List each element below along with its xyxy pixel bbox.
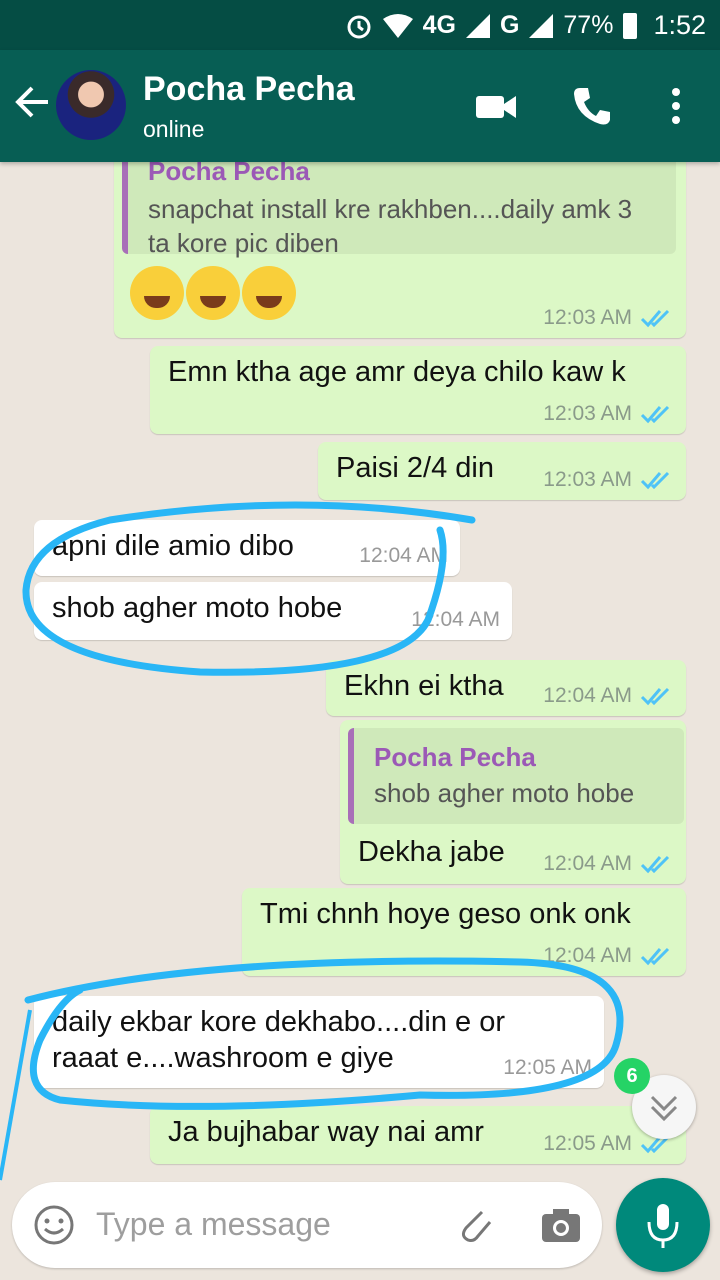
- message-text: apni dile amio dibo: [52, 530, 294, 562]
- quote-author: Pocha Pecha: [374, 742, 536, 772]
- signal-icon: [465, 13, 490, 38]
- back-arrow-icon[interactable]: [12, 82, 52, 122]
- wifi-icon: [382, 13, 413, 38]
- voice-record-button[interactable]: [616, 1178, 710, 1272]
- message-time: 12:05 AM: [543, 1132, 632, 1155]
- message-incoming[interactable]: shob agher moto hobe 12:04 AM: [34, 582, 512, 640]
- message-text: Ja bujhabar way nai amr: [168, 1116, 484, 1148]
- message-text: daily ekbar kore dekhabo....din e or: [52, 1006, 505, 1038]
- message-time: 12:04 AM: [411, 608, 500, 631]
- double-tick-icon: [640, 947, 670, 966]
- message-time: 12:03 AM: [543, 306, 632, 329]
- chat-area[interactable]: Pocha Pecha snapchat install kre rakhben…: [0, 162, 720, 1182]
- double-tick-icon: [640, 471, 670, 490]
- message-text: Ekhn ei ktha: [344, 670, 504, 702]
- message-outgoing[interactable]: Ekhn ei ktha 12:04 AM: [326, 660, 686, 716]
- battery-percent: 77%: [563, 11, 614, 39]
- message-time: 12:04 AM: [543, 852, 632, 875]
- message-time: 12:04 AM: [543, 684, 632, 707]
- laughing-emoji-icon: [130, 266, 184, 320]
- quote-text: shob agher moto hobe: [374, 778, 635, 808]
- message-incoming[interactable]: daily ekbar kore dekhabo....din e or raa…: [34, 996, 604, 1088]
- laughing-emoji-icon: [242, 266, 296, 320]
- phone-icon[interactable]: [570, 84, 614, 128]
- quoted-message[interactable]: Pocha Pecha shob agher moto hobe: [348, 728, 684, 824]
- double-tick-icon: [640, 855, 670, 874]
- message-text: Dekha jabe: [358, 836, 505, 868]
- message-outgoing[interactable]: Ja bujhabar way nai amr 12:05 AM: [150, 1106, 686, 1164]
- emoji-icon[interactable]: [32, 1203, 76, 1247]
- presence-status: online: [143, 116, 205, 142]
- video-call-icon[interactable]: [474, 84, 518, 128]
- message-time: 12:03 AM: [543, 468, 632, 491]
- message-outgoing[interactable]: Pocha Pecha snapchat install kre rakhben…: [114, 162, 686, 338]
- message-text: shob agher moto hobe: [52, 592, 343, 624]
- contact-name[interactable]: Pocha Pecha: [143, 70, 355, 109]
- message-outgoing[interactable]: Paisi 2/4 din 12:03 AM: [318, 442, 686, 500]
- message-outgoing[interactable]: Pocha Pecha shob agher moto hobe Dekha j…: [340, 720, 686, 884]
- message-text: raaat e....washroom e giye: [52, 1042, 394, 1074]
- message-outgoing[interactable]: Tmi chnh hoye geso onk onk 12:04 AM: [242, 888, 686, 976]
- camera-icon[interactable]: [538, 1202, 584, 1248]
- double-tick-icon: [640, 309, 670, 328]
- chat-header: Pocha Pecha online: [0, 50, 720, 162]
- quote-text: snapchat install kre rakhben....daily am…: [148, 194, 633, 224]
- message-outgoing[interactable]: Emn ktha age amr deya chilo kaw k 12:03 …: [150, 346, 686, 434]
- more-options-icon[interactable]: [654, 84, 698, 128]
- status-right: 4G G 77% 1:52: [345, 10, 706, 41]
- quote-author: Pocha Pecha: [148, 162, 310, 186]
- alarm-icon: [347, 15, 371, 38]
- double-tick-icon: [640, 405, 670, 424]
- emoji-row: [130, 266, 298, 328]
- message-text: Emn ktha age amr deya chilo kaw k: [168, 356, 626, 388]
- quoted-message[interactable]: Pocha Pecha snapchat install kre rakhben…: [122, 162, 676, 258]
- message-text: Paisi 2/4 din: [336, 452, 494, 484]
- unread-count-badge: 6: [614, 1058, 650, 1094]
- message-time: 12:04 AM: [543, 944, 632, 967]
- status-bar: 4G G 77% 1:52: [0, 0, 720, 50]
- message-time: 12:03 AM: [543, 402, 632, 425]
- message-input-bar[interactable]: Type a message: [12, 1182, 602, 1268]
- message-time: 12:04 AM: [359, 544, 448, 567]
- message-time: 12:05 AM: [503, 1056, 592, 1079]
- battery-icon: [623, 12, 638, 39]
- microphone-icon: [647, 1204, 679, 1248]
- avatar[interactable]: [56, 70, 126, 140]
- network-type: 4G: [422, 11, 456, 39]
- message-incoming[interactable]: apni dile amio dibo 12:04 AM: [34, 520, 460, 576]
- clock: 1:52: [653, 10, 706, 40]
- carrier-label: G: [499, 11, 520, 39]
- signal-icon-2: [529, 13, 554, 38]
- laughing-emoji-icon: [186, 266, 240, 320]
- double-tick-icon: [640, 687, 670, 706]
- quote-text: ta kore pic diben: [148, 228, 339, 258]
- message-text: Tmi chnh hoye geso onk onk: [260, 898, 631, 930]
- message-input[interactable]: Type a message: [96, 1206, 331, 1243]
- attachment-icon[interactable]: [452, 1202, 498, 1248]
